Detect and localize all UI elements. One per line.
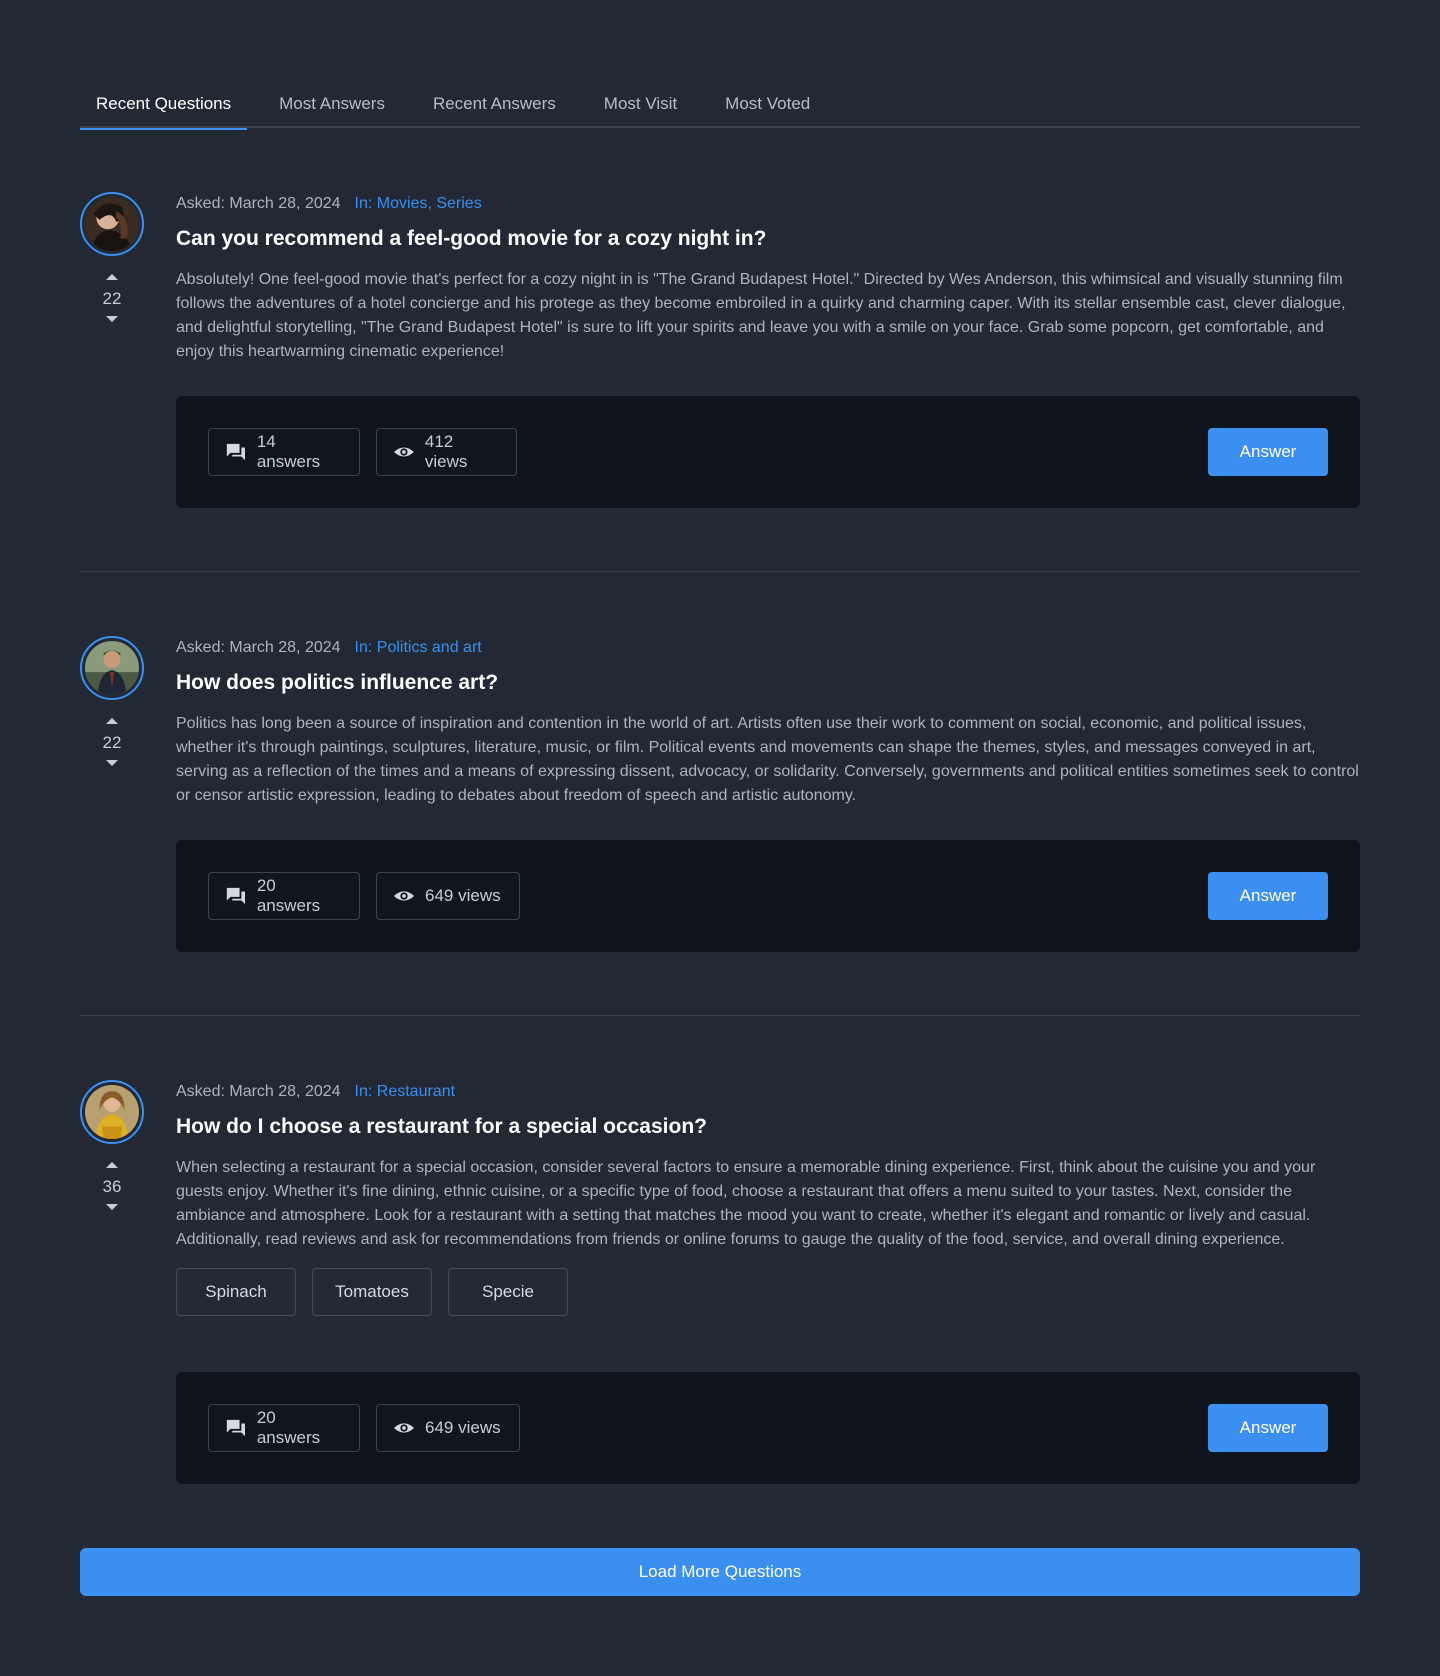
views-count-label: 649 views [425,1418,501,1437]
question-body: When selecting a restaurant for a specia… [176,1159,1316,1248]
views-count: 649 views [376,872,520,920]
answer-button[interactable]: Answer [1208,428,1328,476]
vote-down-icon[interactable] [106,1204,118,1210]
tag-list: Spinach Tomatoes Specie [176,1268,1360,1316]
vote-up-icon[interactable] [106,1162,118,1168]
vote-count: 36 [102,1177,122,1196]
question-footer: 20 answers 649 views Answer [176,1372,1360,1484]
avatar[interactable] [80,1080,144,1144]
vote-column: 22 [80,636,144,766]
load-more-button[interactable]: Load More Questions [80,1548,1360,1596]
answers-count-label: 20 answers [256,876,321,915]
question-title[interactable]: Can you recommend a feel-good movie for … [176,226,1360,252]
tab-most-answers[interactable]: Most Answers [263,88,401,128]
question-meta: Asked: March 28, 2024 In: Restaurant [176,1082,1360,1102]
divider [80,571,1360,572]
tab-most-voted[interactable]: Most Voted [709,88,826,128]
vote-column: 36 [80,1080,144,1210]
eye-icon [393,447,414,457]
avatar[interactable] [80,192,144,256]
answer-button[interactable]: Answer [1208,872,1328,920]
eye-icon [393,1423,415,1433]
question-content: Asked: March 28, 2024 In: Restaurant How … [176,1080,1360,1316]
asked-date: Asked: March 28, 2024 [176,195,341,212]
views-count: 649 views [376,1404,520,1452]
chat-bubbles-icon [226,1419,245,1437]
asked-date: Asked: March 28, 2024 [176,639,341,656]
asked-date: Asked: March 28, 2024 [176,1083,341,1100]
divider [80,1015,1360,1016]
answers-count-label: 20 answers [256,1408,321,1447]
vote-count: 22 [102,733,122,752]
answers-count-label: 14 answers [256,432,321,471]
category-link[interactable]: In: Politics and art [355,639,482,656]
vote-up-icon[interactable] [106,274,118,280]
avatar[interactable] [80,636,144,700]
question-footer: 14 answers 412 views Answer [176,396,1360,508]
question-body: Absolutely! One feel-good movie that's p… [176,271,1346,360]
question-content: Asked: March 28, 2024 In: Politics and ar… [176,636,1360,808]
question-footer: 20 answers 649 views Answer [176,840,1360,952]
vote-column: 22 [80,192,144,322]
category-link[interactable]: In: Movies, Series [355,195,482,212]
question-title[interactable]: How does politics influence art? [176,670,1360,696]
chat-bubbles-icon [226,887,245,905]
answers-count[interactable]: 20 answers [208,872,360,920]
vote-down-icon[interactable] [106,760,118,766]
chat-bubbles-icon [226,443,245,461]
question-title[interactable]: How do I choose a restaurant for a speci… [176,1114,1360,1140]
tag-tomatoes[interactable]: Tomatoes [312,1268,432,1316]
avatar-image [85,641,139,695]
views-count-label: 649 views [425,886,501,905]
tag-specie[interactable]: Specie [448,1268,568,1316]
vote-count: 22 [102,289,122,308]
views-count-label: 412 views [424,432,468,471]
question-tabs: Recent Questions Most Answers Recent Ans… [80,88,1360,130]
answer-button[interactable]: Answer [1208,1404,1328,1452]
views-count: 412 views [376,428,517,476]
eye-icon [393,891,415,901]
avatar-image [85,1085,139,1139]
avatar-image [85,197,139,251]
tab-recent-answers[interactable]: Recent Answers [417,88,572,128]
tab-most-visit[interactable]: Most Visit [588,88,693,128]
question-meta: Asked: March 28, 2024 In: Movies, Series [176,194,1360,214]
tag-spinach[interactable]: Spinach [176,1268,296,1316]
answers-count[interactable]: 20 answers [208,1404,360,1452]
category-link[interactable]: In: Restaurant [355,1083,456,1100]
tab-recent-questions[interactable]: Recent Questions [80,88,248,130]
question-body: Politics has long been a source of inspi… [176,715,1359,804]
question-meta: Asked: March 28, 2024 In: Politics and ar… [176,638,1360,658]
vote-up-icon[interactable] [106,718,118,724]
question-content: Asked: March 28, 2024 In: Movies, Series … [176,192,1360,364]
vote-down-icon[interactable] [106,316,118,322]
answers-count[interactable]: 14 answers [208,428,360,476]
